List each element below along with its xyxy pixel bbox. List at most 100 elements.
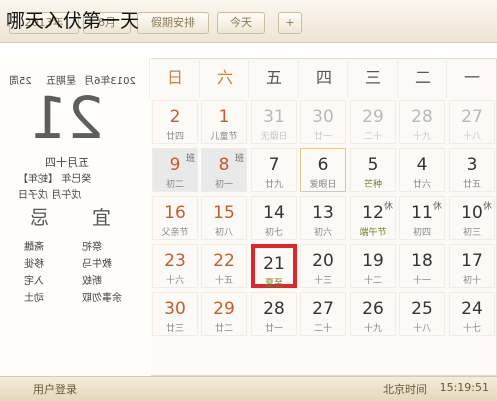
day-cell[interactable]: 29 二十: [350, 100, 396, 144]
day-cell[interactable]: 1儿童节: [202, 100, 248, 144]
lunar-date: 十九: [351, 321, 395, 334]
weekday-header: 三: [348, 58, 399, 98]
day-number: 18: [401, 251, 445, 271]
day-badge: 休: [483, 199, 492, 212]
lunar-date: 十二: [351, 273, 395, 286]
day-cell[interactable]: 29廿二: [202, 292, 248, 336]
day-number: 2: [153, 107, 197, 127]
day-cell[interactable]: 12端午节休: [350, 196, 396, 240]
day-number: 7: [252, 155, 296, 175]
day-cell[interactable]: 31 无烟日: [251, 100, 297, 144]
day-cell[interactable]: 3廿五: [449, 148, 495, 192]
day-number: 30: [153, 299, 197, 319]
day-cell[interactable]: 19 十二: [350, 244, 396, 288]
weekday-header: 日: [150, 58, 201, 98]
day-cell[interactable]: 28 廿一: [251, 292, 297, 336]
day-number: 23: [153, 251, 197, 271]
lunar-date: 廿一: [252, 321, 296, 334]
day-number: 5: [351, 155, 395, 175]
add-button[interactable]: +: [278, 12, 302, 34]
weekday-label: 六: [217, 58, 233, 98]
day-cell[interactable]: 15 初八: [202, 196, 248, 240]
day-cell[interactable]: 30廿一: [301, 100, 347, 144]
status-bar: 用户登录 北京时间 15:19:51: [0, 376, 497, 401]
lunar-date: 无烟日: [252, 129, 296, 142]
lunar-date: 芒种: [351, 177, 395, 190]
day-number: 27: [450, 107, 494, 127]
day-cell[interactable]: 8初一班: [202, 148, 248, 192]
day-cell[interactable]: 23 十六: [152, 244, 198, 288]
day-cell[interactable]: 13初六: [301, 196, 347, 240]
today-button[interactable]: 今天: [217, 12, 265, 34]
lunar-date: 二十: [302, 321, 346, 334]
info-ji-item: 动土: [24, 289, 44, 304]
day-number: 1: [203, 107, 247, 127]
day-cell[interactable]: 4廿六: [400, 148, 446, 192]
day-number: 16: [153, 203, 197, 223]
day-cell[interactable]: 10初三休: [449, 196, 495, 240]
lunar-date: 初三: [450, 225, 494, 238]
lunar-date: 初八: [203, 225, 247, 238]
weekday-header: 二: [397, 58, 448, 98]
day-number: 14: [252, 203, 296, 223]
weekday-label: 一: [464, 58, 480, 98]
day-number: 17: [450, 251, 494, 271]
weekday-label: 四: [316, 58, 332, 98]
day-number: 15: [203, 203, 247, 223]
day-number: 4: [401, 155, 445, 175]
weekday-header: 五: [249, 58, 300, 98]
weekday-label: 五: [266, 58, 282, 98]
day-cell[interactable]: 26 十九: [350, 292, 396, 336]
day-cell[interactable]: 24 十七: [449, 292, 495, 336]
info-yi-item: 断蚁: [82, 272, 102, 287]
day-cell[interactable]: 5 芒种: [350, 148, 396, 192]
day-cell[interactable]: 28十九: [400, 100, 446, 144]
day-cell[interactable]: 14初七: [251, 196, 297, 240]
lunar-date: 二十: [351, 129, 395, 142]
day-number: 20: [302, 251, 346, 271]
lunar-date: 十七: [450, 321, 494, 334]
weekday-header: 一: [447, 58, 497, 98]
lunar-date: 十八: [401, 321, 445, 334]
info-week-number: 25周: [9, 72, 32, 87]
day-number: 29: [351, 107, 395, 127]
day-cell[interactable]: 2廿四: [152, 100, 198, 144]
lunar-date: 父亲节: [153, 225, 197, 238]
day-cell[interactable]: 20十三: [301, 244, 347, 288]
day-number: 26: [351, 299, 395, 319]
lunar-date: 廿九: [252, 177, 296, 190]
day-number: 21: [255, 254, 293, 274]
day-number: 22: [203, 251, 247, 271]
day-cell[interactable]: 9初二班: [152, 148, 198, 192]
day-badge: 班: [186, 151, 195, 164]
lunar-date: 初四: [401, 225, 445, 238]
info-lunar-date: 五月十四: [45, 154, 89, 170]
day-cell[interactable]: 25十八: [400, 292, 446, 336]
day-badge: 休: [384, 199, 393, 212]
day-number: 24: [450, 299, 494, 319]
day-cell-today[interactable]: 21夏至: [251, 244, 297, 288]
day-cell[interactable]: 27二十: [301, 292, 347, 336]
day-cell[interactable]: 17初十: [449, 244, 495, 288]
day-cell[interactable]: 18十一: [400, 244, 446, 288]
day-number: 28: [252, 299, 296, 319]
weekday-header: 六: [199, 58, 250, 98]
login-link[interactable]: 用户登录: [33, 381, 77, 397]
lunar-date: 廿五: [450, 177, 494, 190]
info-yi-item: 教牛马: [82, 255, 112, 270]
day-cell[interactable]: 22十五: [202, 244, 248, 288]
day-cell[interactable]: 27十八: [449, 100, 495, 144]
day-cell[interactable]: 6爱眼日: [301, 148, 347, 192]
month-grid: 一二三四五六日27十八28十九29二十30廿一31无烟日1儿童节2廿四3廿五4廿…: [150, 58, 497, 340]
day-cell[interactable]: 30廿三: [152, 292, 198, 336]
day-number: 31: [252, 107, 296, 127]
day-number: 29: [203, 299, 247, 319]
lunar-date: 十六: [153, 273, 197, 286]
day-cell[interactable]: 11初四休: [400, 196, 446, 240]
day-cell[interactable]: 7 廿九: [251, 148, 297, 192]
lunar-date: 端午节: [351, 225, 395, 238]
info-ji-item: 斋醮: [24, 238, 44, 253]
day-cell[interactable]: 16 父亲节: [152, 196, 198, 240]
day-number: 19: [351, 251, 395, 271]
holiday-button[interactable]: 假期安排: [137, 12, 209, 34]
